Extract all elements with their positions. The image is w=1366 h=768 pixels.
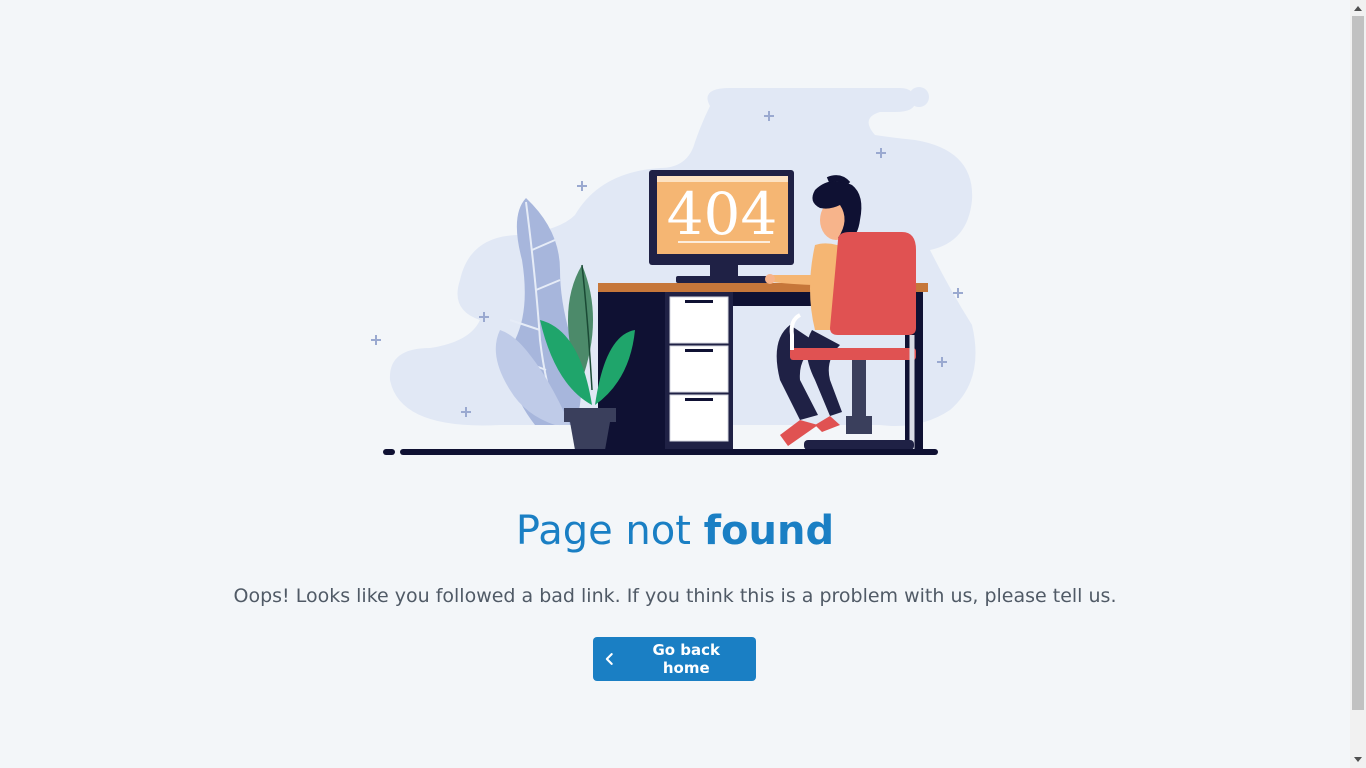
scrollbar-thumb[interactable]: [1352, 16, 1364, 710]
title-text: Page not: [515, 508, 704, 554]
scroll-up-arrow-icon[interactable]: [1350, 0, 1366, 16]
monitor-404-text: 404: [667, 180, 778, 248]
floor-line: [383, 449, 938, 455]
404-illustration: 404: [371, 87, 976, 455]
chevron-left-icon: [605, 653, 613, 665]
error-message: Oops! Looks like you followed a bad link…: [233, 585, 1117, 607]
vertical-scrollbar[interactable]: [1350, 0, 1366, 768]
scroll-down-arrow-icon[interactable]: [1350, 752, 1366, 768]
not-found-page: 404 Page not found Oops! Looks like you …: [0, 0, 1350, 768]
go-back-home-button[interactable]: Go back home: [593, 637, 756, 681]
page-title: Page not found: [0, 504, 1350, 558]
title-emphasis: found: [703, 508, 835, 554]
go-back-home-label: Go back home: [652, 641, 721, 677]
